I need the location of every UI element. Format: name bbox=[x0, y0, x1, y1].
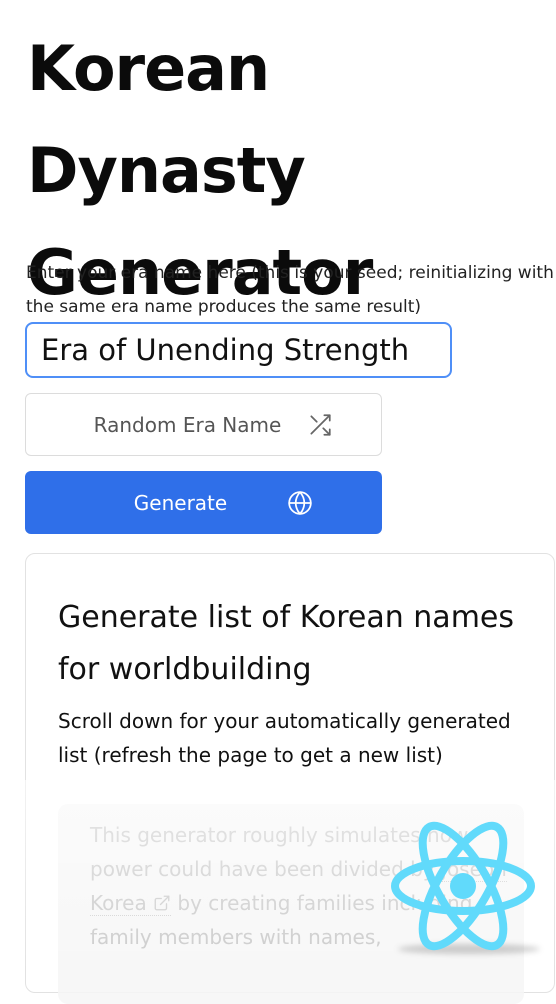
era-name-input[interactable] bbox=[25, 322, 452, 378]
era-name-label: Enter your era name here (this is your s… bbox=[26, 263, 554, 317]
random-era-name-label: Random Era Name bbox=[93, 412, 282, 437]
shuffle-icon bbox=[307, 412, 333, 438]
card-subtitle: Scroll down for your automatically gener… bbox=[58, 709, 511, 767]
generate-button[interactable]: Generate bbox=[25, 471, 382, 534]
random-era-name-button[interactable]: Random Era Name bbox=[25, 393, 382, 456]
external-link-icon bbox=[153, 891, 171, 915]
globe-icon bbox=[287, 490, 313, 516]
react-logo-icon bbox=[388, 816, 538, 956]
card-title: Generate list of Korean names for worldb… bbox=[58, 600, 515, 687]
generate-label: Generate bbox=[133, 490, 228, 515]
